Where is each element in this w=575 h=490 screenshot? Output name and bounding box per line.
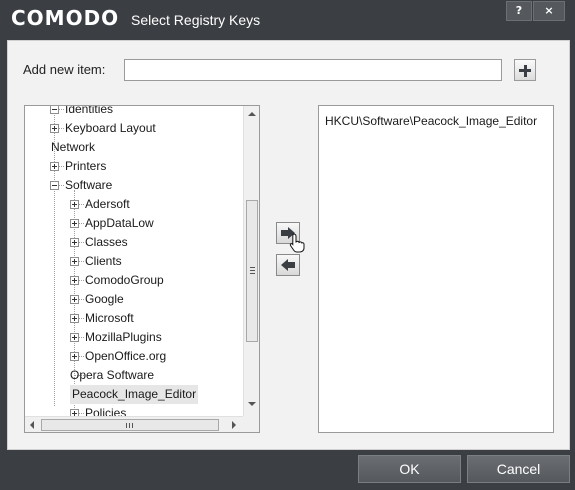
tree-item[interactable]: Microsoft [25,309,243,328]
close-button[interactable]: × [533,1,565,21]
hand-cursor-icon [289,233,305,253]
expand-plus-icon[interactable] [70,333,79,342]
tree-item-label: Network [51,140,96,154]
tree-item-label: Google [85,292,124,306]
comodo-logo: COMODO [11,6,120,30]
tree-item-label: Clients [85,254,122,268]
tree-item[interactable]: Software [25,176,243,195]
tree-item-label: Identities [65,106,114,116]
tree-item-label: MozillaPlugins [85,330,162,344]
scroll-right-arrow-icon[interactable] [232,421,236,429]
expand-plus-icon[interactable] [70,200,79,209]
tree-item[interactable]: Opera Software [25,366,243,385]
expand-plus-icon[interactable] [70,276,79,285]
dialog-footer: OK Cancel [0,452,575,490]
tree-item[interactable]: ComodoGroup [25,271,243,290]
tree-item-label: Classes [85,235,128,249]
tree-item[interactable]: MozillaPlugins [25,328,243,347]
tree-item-label: Opera Software [70,368,155,382]
tree-item[interactable]: Identities [25,106,243,119]
tree-item-label: Printers [65,159,107,173]
tree-item-label: Software [65,178,113,192]
tree-item[interactable]: Classes [25,233,243,252]
add-new-item-label: Add new item: [23,62,106,77]
collapse-minus-icon[interactable] [50,181,59,190]
content-panel: Add new item: Identities Keyboard Layout N… [7,40,570,450]
expand-plus-icon[interactable] [50,162,59,171]
tree-item-label: OpenOffice.org [85,349,167,363]
expand-plus-icon[interactable] [50,124,59,133]
scroll-down-arrow-icon[interactable] [248,402,256,406]
ok-button[interactable]: OK [358,455,461,483]
registry-tree[interactable]: Identities Keyboard Layout Network Printers… [24,105,260,433]
expand-plus-icon[interactable] [70,238,79,247]
tree-item-label: Peacock_Image_Editor [70,385,199,404]
tree-item[interactable]: Printers [25,157,243,176]
expand-plus-icon[interactable] [70,352,79,361]
expand-plus-icon[interactable] [70,314,79,323]
tree-item-label: AppDataLow [85,216,154,230]
tree-horizontal-scroll-thumb[interactable] [41,419,219,431]
tree-item-label: Policies [85,406,127,416]
tree-item[interactable]: Peacock_Image_Editor [25,385,243,404]
help-button[interactable]: ? [506,1,532,21]
scroll-up-arrow-icon[interactable] [248,112,256,116]
tree-item-label: Adersoft [85,197,130,211]
collapse-minus-icon[interactable] [50,106,59,114]
add-new-item-input[interactable] [124,59,502,81]
title-bar: COMODO Select Registry Keys ? × [0,0,575,40]
window-title: Select Registry Keys [131,12,261,28]
list-item[interactable]: HKCU\Software\Peacock_Image_Editor [325,114,537,128]
arrow-left-icon [281,259,295,271]
tree-item[interactable]: Policies [25,404,243,416]
tree-item[interactable]: AppDataLow [25,214,243,233]
tree-item[interactable]: Google [25,290,243,309]
expand-plus-icon[interactable] [70,257,79,266]
tree-item[interactable]: OpenOffice.org [25,347,243,366]
select-registry-keys-dialog: COMODO Select Registry Keys ? × Add new … [0,0,575,490]
tree-item[interactable]: Adersoft [25,195,243,214]
expand-plus-icon[interactable] [70,219,79,228]
cancel-button[interactable]: Cancel [467,455,570,483]
tree-item[interactable]: Clients [25,252,243,271]
expand-plus-icon[interactable] [70,295,79,304]
scrollbar-corner [243,416,259,432]
scroll-left-arrow-icon[interactable] [30,421,34,429]
tree-vertical-scroll-thumb[interactable] [246,200,258,342]
tree-item[interactable]: Network [25,138,243,157]
tree-item-label: Keyboard Layout [65,121,156,135]
selected-keys-list[interactable]: HKCU\Software\Peacock_Image_Editor [318,105,554,433]
move-left-button[interactable] [276,254,300,276]
registry-tree-viewport: Identities Keyboard Layout Network Printers… [25,106,243,416]
expand-plus-icon[interactable] [70,409,79,416]
add-item-button[interactable] [514,59,536,81]
tree-horizontal-scrollbar[interactable] [25,416,243,432]
tree-vertical-scrollbar[interactable] [243,106,259,416]
tree-item-label: Microsoft [85,311,134,325]
tree-item[interactable]: Keyboard Layout [25,119,243,138]
tree-item-label: ComodoGroup [85,273,164,287]
